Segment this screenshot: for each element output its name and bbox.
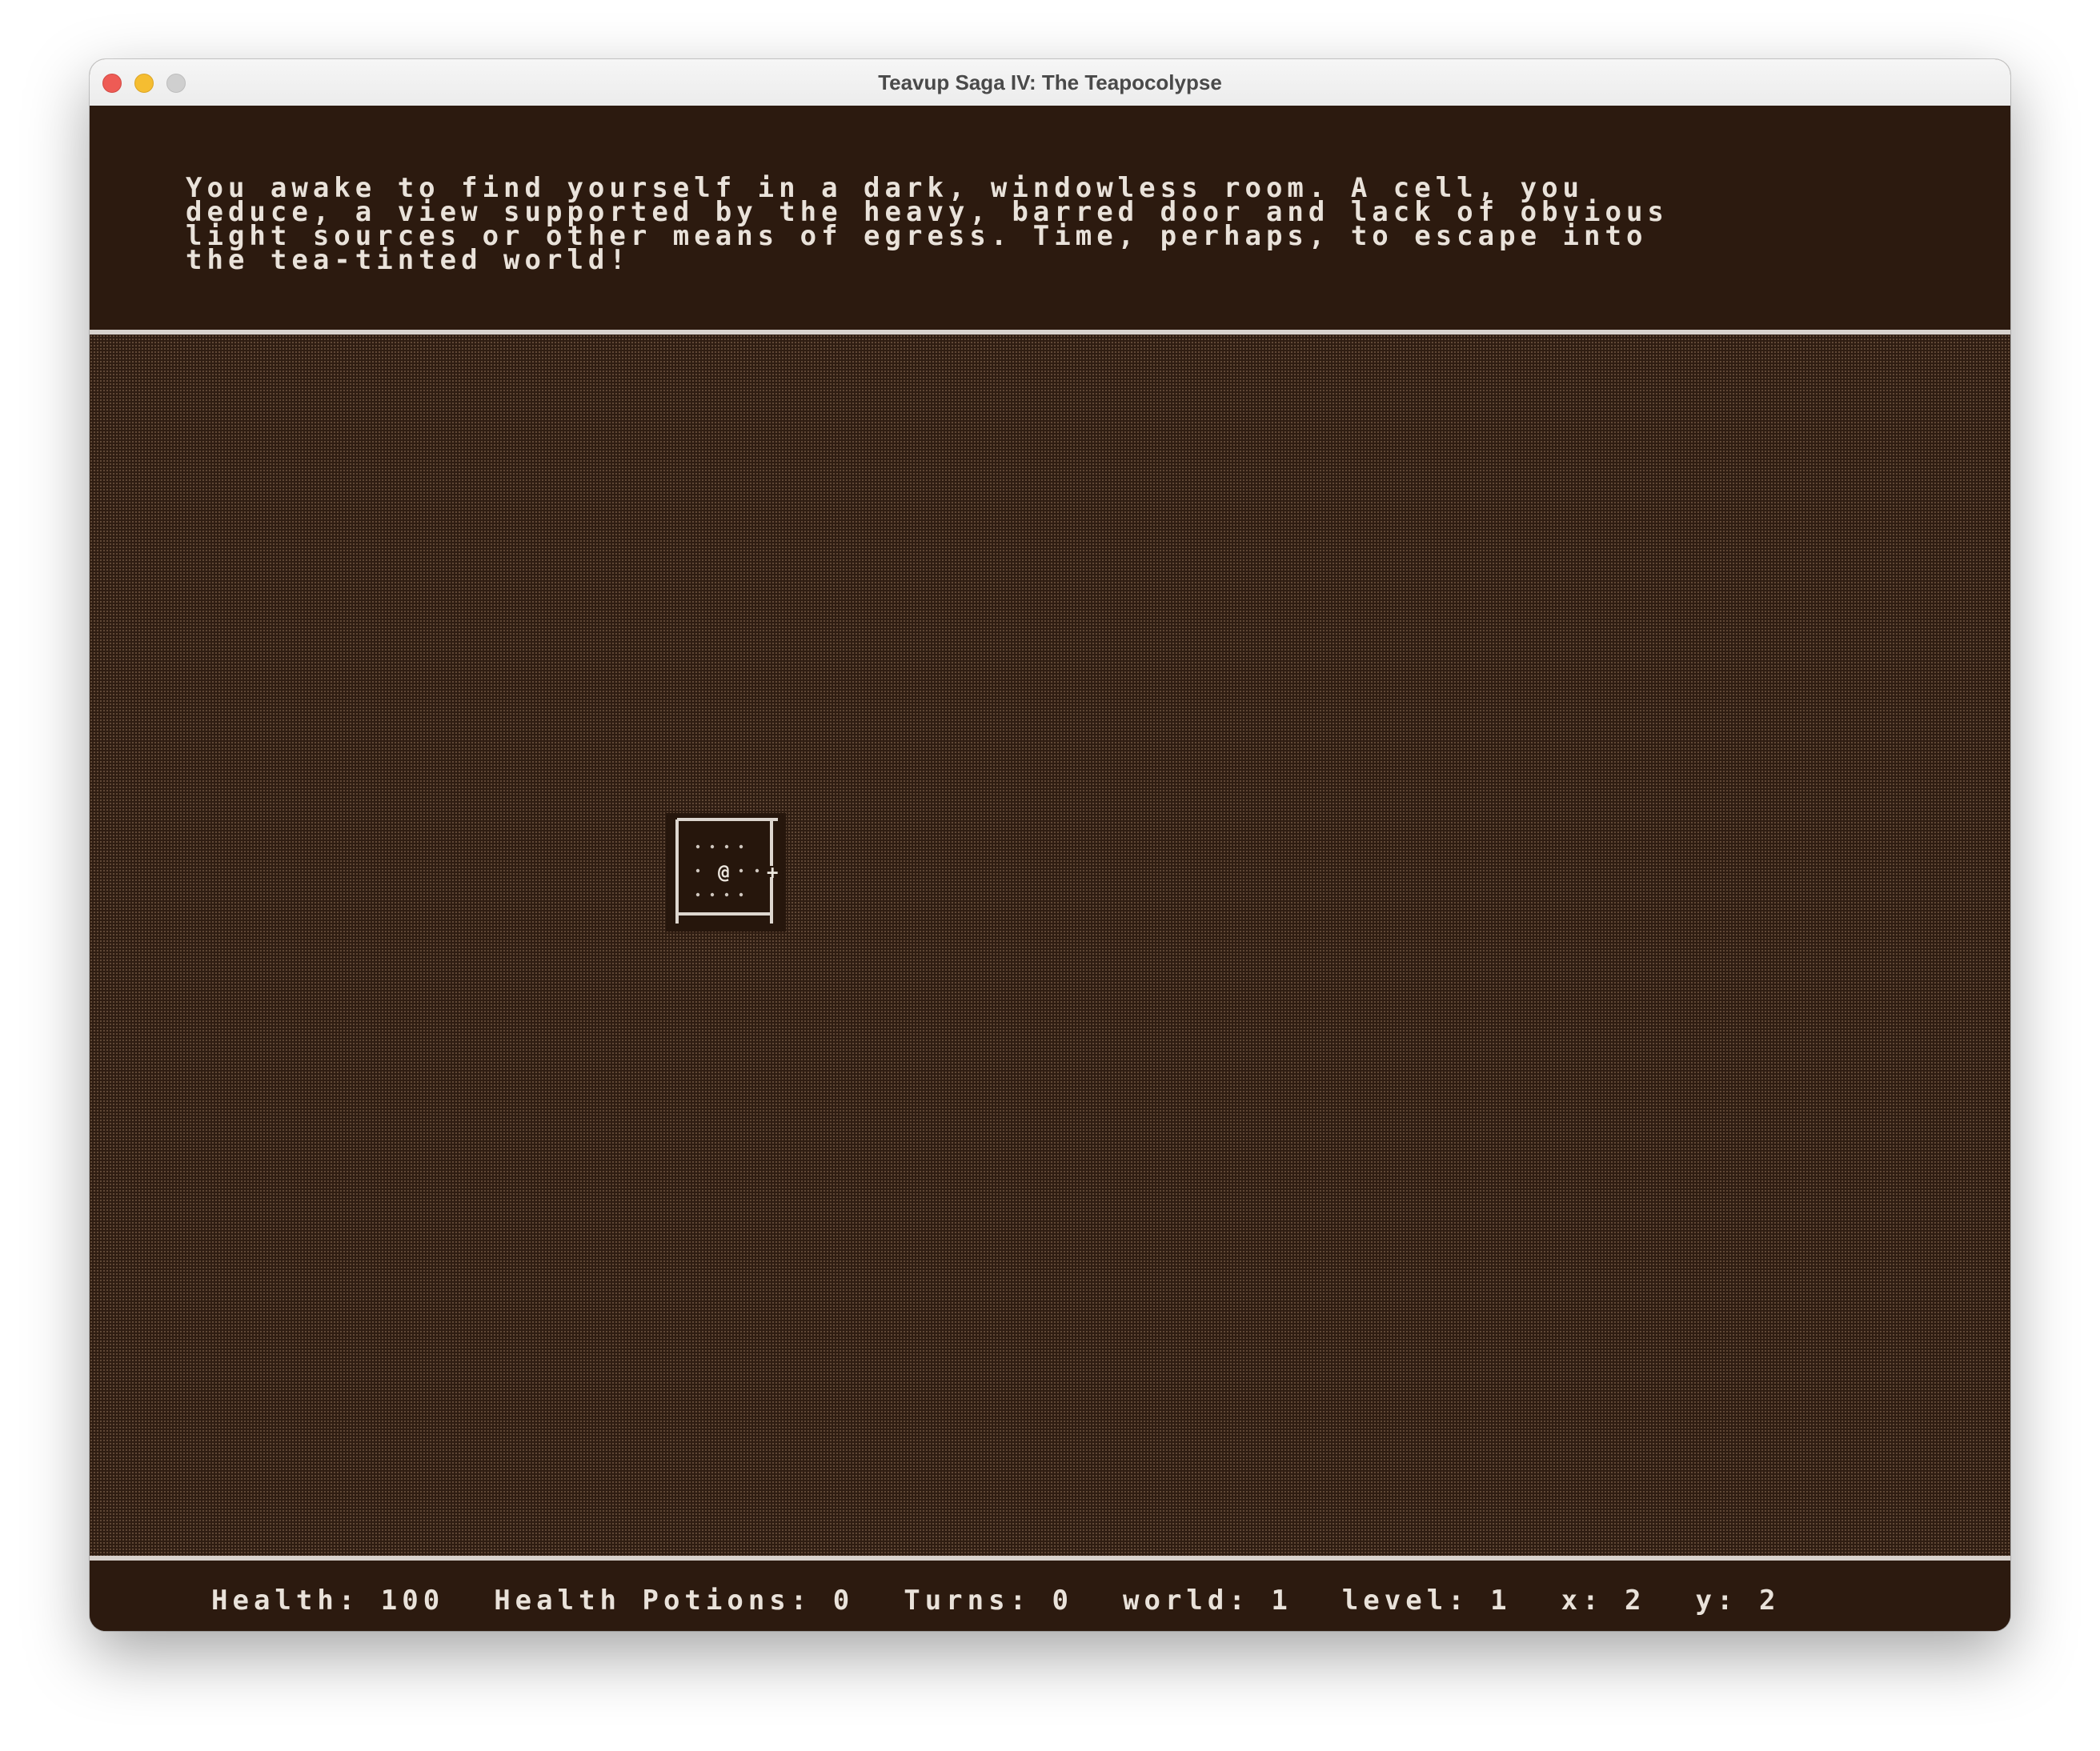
- potions-value: 0: [832, 1585, 855, 1617]
- turns-stat: Turns: 0: [904, 1585, 1073, 1617]
- message-text: You awake to find yourself in a dark, wi…: [186, 172, 1669, 276]
- world-label: world:: [1123, 1585, 1250, 1617]
- level-value: 1: [1490, 1585, 1512, 1617]
- x-label: x:: [1561, 1585, 1604, 1617]
- window-title: Teavup Saga IV: The Teapocolypse: [878, 70, 1222, 94]
- status-bar: Health: 100 Health Potions: 0 Turns: 0 w…: [90, 1561, 2010, 1631]
- game-map[interactable]: @ +: [90, 335, 2010, 1556]
- y-label: y:: [1695, 1585, 1738, 1617]
- x-coord-stat: x: 2: [1561, 1585, 1646, 1617]
- potions-stat: Health Potions: 0: [494, 1585, 854, 1617]
- title-bar[interactable]: Teavup Saga IV: The Teapocolypse: [90, 59, 2010, 106]
- turns-value: 0: [1052, 1585, 1074, 1617]
- health-label: Health:: [211, 1585, 360, 1617]
- y-value: 2: [1758, 1585, 1781, 1617]
- health-stat: Health: 100: [211, 1585, 444, 1617]
- y-coord-stat: y: 2: [1696, 1585, 1781, 1617]
- potions-label: Health Potions:: [494, 1585, 812, 1617]
- door-icon: +: [767, 861, 778, 884]
- world-stat: world: 1: [1123, 1585, 1292, 1617]
- x-value: 2: [1625, 1585, 1646, 1617]
- game-window: Teavup Saga IV: The Teapocolypse You awa…: [90, 59, 2010, 1631]
- world-value: 1: [1271, 1585, 1292, 1617]
- starting-cell: @ +: [666, 813, 786, 932]
- level-stat: level: 1: [1342, 1585, 1512, 1617]
- level-label: level:: [1341, 1585, 1469, 1617]
- turns-label: Turns:: [904, 1585, 1032, 1617]
- player-icon: @: [718, 861, 729, 884]
- status-row: Health: 100 Health Potions: 0 Turns: 0 w…: [211, 1585, 1780, 1617]
- health-value: 100: [380, 1585, 445, 1617]
